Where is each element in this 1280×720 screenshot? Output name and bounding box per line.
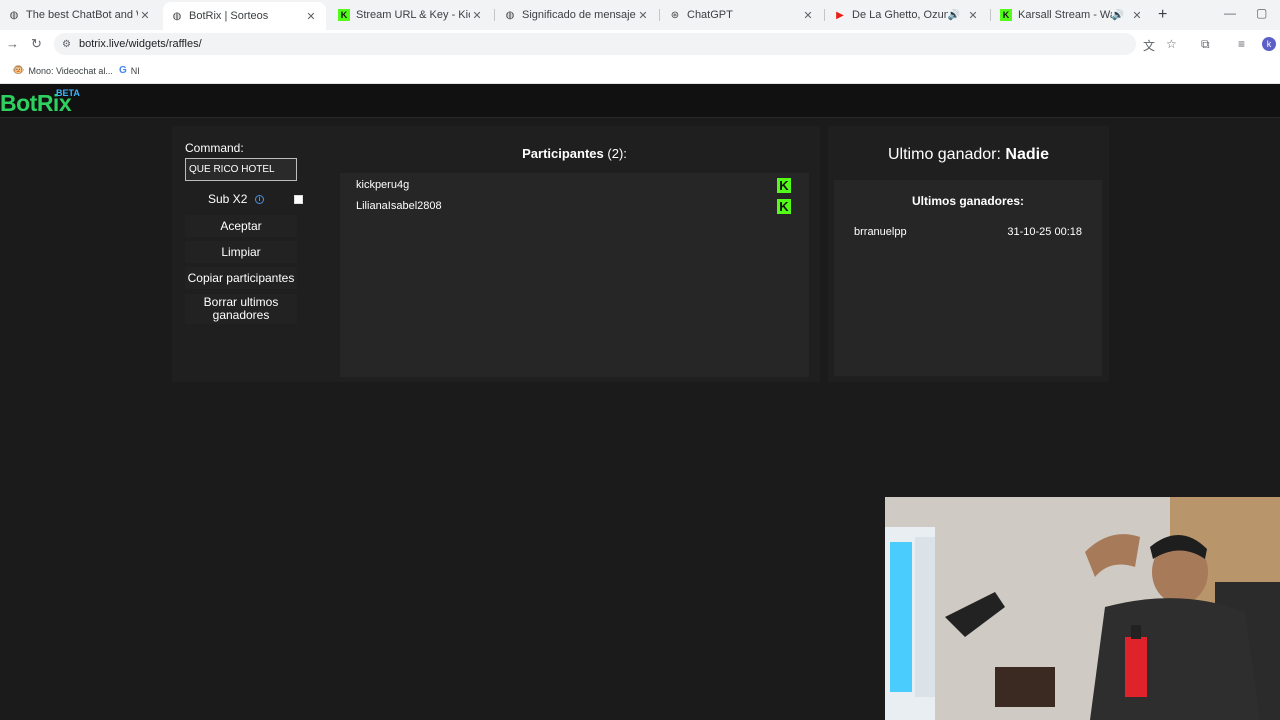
close-icon[interactable]: ✕ bbox=[470, 9, 484, 22]
new-tab-button[interactable]: + bbox=[1158, 6, 1167, 24]
monkey-icon: 🐵 bbox=[12, 65, 25, 76]
kick-icon: K bbox=[338, 9, 350, 21]
tab-separator bbox=[659, 9, 660, 21]
tab-title: Karsall Stream - Watch Live bbox=[1018, 9, 1112, 21]
info-icon[interactable]: i bbox=[255, 195, 264, 204]
tab-youtube-music[interactable]: ▶ De La Ghetto, Ozuna, Neng 🔊 ✕ bbox=[826, 2, 988, 28]
reload-icon[interactable]: ↻ bbox=[31, 36, 42, 52]
tab-title: Stream URL & Key - Kick Dashb bbox=[356, 9, 470, 21]
tab-title: ChatGPT bbox=[687, 9, 733, 21]
browser-toolbar: → ↻ ⚙ botrix.live/widgets/raffles/ 文 ☆ ⧉… bbox=[0, 30, 1280, 58]
copy-participants-button[interactable]: Copiar participantes bbox=[185, 267, 297, 289]
star-icon[interactable]: ☆ bbox=[1166, 37, 1177, 51]
last-winner-label: Ultimo ganador: bbox=[888, 146, 1001, 163]
restore-icon[interactable]: ▢ bbox=[1256, 6, 1267, 20]
url-text: botrix.live/widgets/raffles/ bbox=[78, 38, 202, 50]
sub-x2-checkbox[interactable] bbox=[294, 195, 303, 204]
tab-separator bbox=[990, 9, 991, 21]
tab-separator bbox=[494, 9, 495, 21]
participants-title: Participantes (2): bbox=[340, 146, 809, 161]
tab-chatbot-widgets[interactable]: ◍ The best ChatBot and Widgets ✕ bbox=[0, 2, 160, 28]
globe-icon: ◍ bbox=[9, 9, 19, 21]
tab-search-icon[interactable]: ≡ bbox=[1238, 37, 1245, 51]
beta-badge: BETA bbox=[56, 88, 80, 98]
clear-button[interactable]: Limpiar bbox=[185, 241, 297, 263]
tab-kick-dashboard[interactable]: K Stream URL & Key - Kick Dashb ✕ bbox=[330, 2, 492, 28]
address-bar[interactable]: ⚙ botrix.live/widgets/raffles/ bbox=[54, 33, 1136, 55]
tab-separator bbox=[824, 9, 825, 21]
tab-title: De La Ghetto, Ozuna, Neng bbox=[852, 9, 948, 21]
site-info-icon[interactable]: ⚙ bbox=[62, 39, 71, 50]
translate-icon[interactable]: 文 bbox=[1143, 37, 1155, 54]
sub-x2-row: Sub X2 i bbox=[185, 189, 307, 209]
clear-winners-button[interactable]: Borrar ultimos ganadores bbox=[185, 294, 297, 324]
tab-title: Significado de mensaje FiveM bbox=[522, 9, 636, 21]
globe-icon: ◍ bbox=[505, 9, 515, 21]
tab-title: The best ChatBot and Widgets bbox=[26, 9, 138, 21]
close-icon[interactable]: ✕ bbox=[1130, 9, 1144, 22]
accept-button[interactable]: Aceptar bbox=[185, 215, 297, 237]
bookmark-label: Mono: Videochat al... bbox=[28, 65, 113, 76]
close-icon[interactable]: ✕ bbox=[304, 10, 318, 23]
winner-date: 31-10-25 00:18 bbox=[1007, 226, 1082, 238]
participant-row[interactable]: LilianaIsabel2808 K bbox=[356, 198, 796, 216]
tab-botrix-sorteos[interactable]: ◍ BotRix | Sorteos ✕ bbox=[163, 2, 326, 30]
bookmarks-bar: 🐵 Mono: Videochat al... G NI bbox=[0, 58, 1280, 84]
last-winner: Ultimo ganador: Nadie bbox=[828, 146, 1109, 164]
browser-tabstrip: ◍ The best ChatBot and Widgets ✕ ◍ BotRi… bbox=[0, 0, 1280, 30]
winner-name: brranuelpp bbox=[854, 226, 907, 238]
tab-chatgpt[interactable]: ⊛ ChatGPT ✕ bbox=[661, 2, 823, 28]
tab-karsall-stream[interactable]: K Karsall Stream - Watch Live 🔊 ✕ bbox=[992, 2, 1152, 28]
close-icon[interactable]: ✕ bbox=[966, 9, 980, 22]
close-icon[interactable]: ✕ bbox=[801, 9, 815, 22]
recent-winners-box bbox=[834, 180, 1102, 376]
minimize-icon[interactable]: — bbox=[1224, 6, 1236, 20]
participant-name: LilianaIsabel2808 bbox=[356, 200, 442, 212]
bookmark-ni[interactable]: G NI bbox=[119, 65, 140, 76]
participants-label: Participantes bbox=[522, 146, 604, 161]
kick-icon: K bbox=[777, 199, 791, 214]
tab-title: BotRix | Sorteos bbox=[189, 10, 269, 22]
sub-x2-label: Sub X2 bbox=[208, 192, 248, 206]
command-label: Command: bbox=[185, 141, 244, 155]
last-winner-value: Nadie bbox=[1005, 146, 1049, 163]
youtube-icon: ▶ bbox=[836, 9, 844, 21]
participant-row[interactable]: kickperu4g K bbox=[356, 177, 796, 195]
participant-name: kickperu4g bbox=[356, 179, 410, 191]
clear-winners-line2: ganadores bbox=[212, 308, 270, 322]
command-input[interactable] bbox=[185, 158, 297, 181]
tab-fivem[interactable]: ◍ Significado de mensaje FiveM ✕ bbox=[496, 2, 658, 28]
google-icon: G bbox=[119, 65, 127, 76]
extensions-icon[interactable]: ⧉ bbox=[1201, 37, 1210, 52]
bookmark-mono[interactable]: 🐵 Mono: Videochat al... bbox=[12, 65, 113, 76]
chatgpt-icon: ⊛ bbox=[670, 9, 680, 21]
speaker-icon[interactable]: 🔊 bbox=[948, 10, 960, 21]
globe-icon: ◍ bbox=[172, 10, 182, 22]
webcam-overlay bbox=[885, 497, 1280, 720]
forward-icon[interactable]: → bbox=[6, 36, 19, 51]
close-icon[interactable]: ✕ bbox=[138, 9, 152, 22]
webcam-feed bbox=[885, 497, 1280, 720]
recent-winners-title: Ultimos ganadores: bbox=[911, 194, 1025, 208]
participants-count: (2): bbox=[607, 146, 627, 161]
kick-icon: K bbox=[1000, 9, 1012, 21]
site-header: BotRix BETA bbox=[0, 84, 1280, 118]
profile-avatar[interactable]: k bbox=[1262, 37, 1276, 51]
bookmark-label: NI bbox=[130, 65, 140, 76]
speaker-icon[interactable]: 🔊 bbox=[1112, 10, 1124, 21]
kick-icon: K bbox=[777, 178, 791, 193]
close-icon[interactable]: ✕ bbox=[636, 9, 650, 22]
